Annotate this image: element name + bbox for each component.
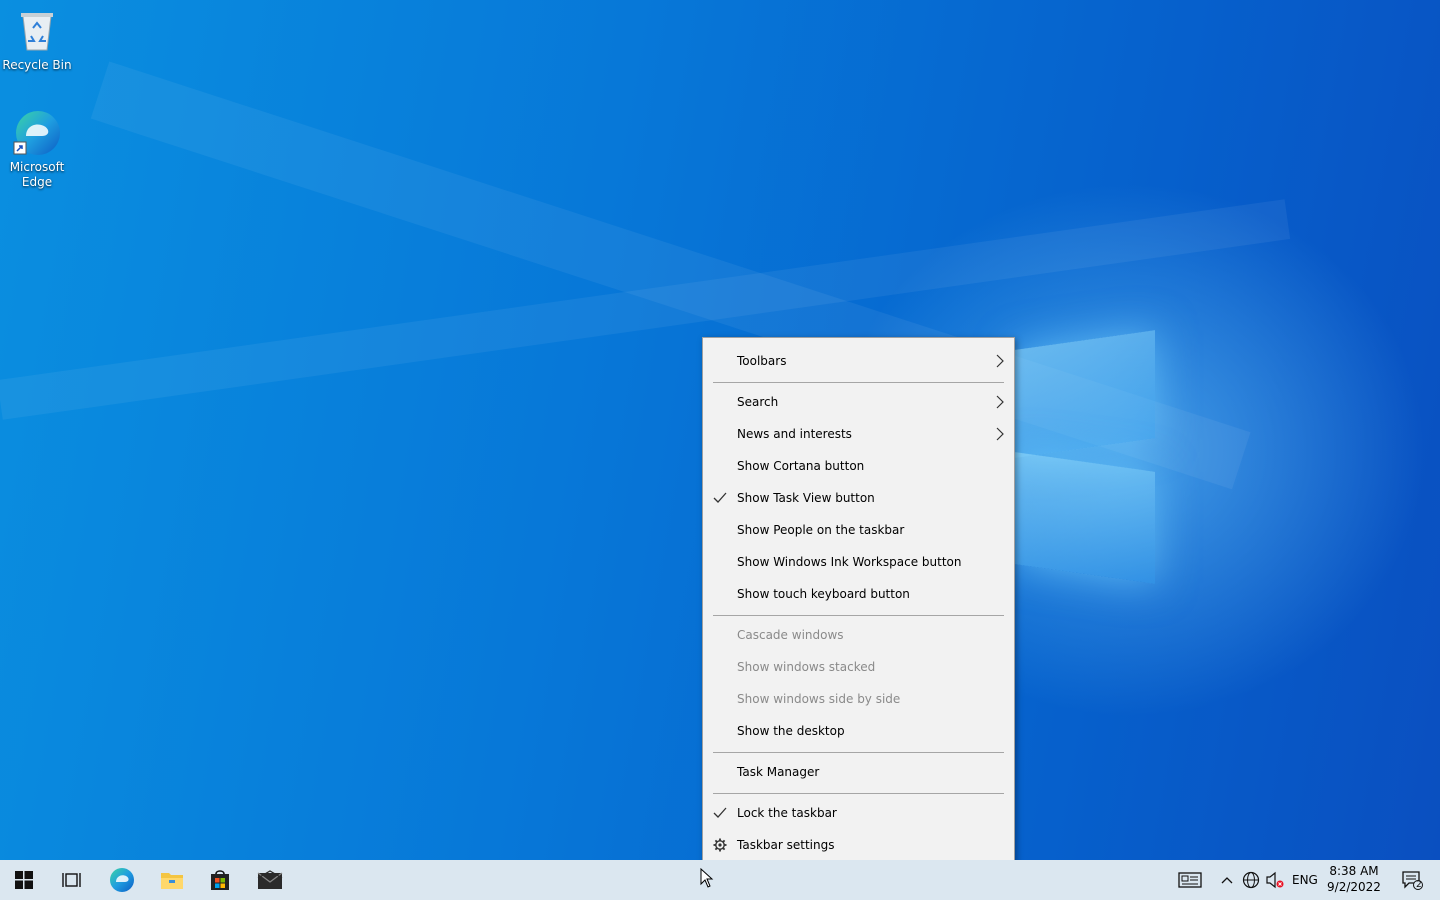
menu-item-task-manager[interactable]: Task Manager bbox=[703, 757, 1014, 787]
start-icon bbox=[15, 871, 33, 889]
menu-item-show-windows-ink[interactable]: Show Windows Ink Workspace button bbox=[703, 547, 1014, 577]
menu-item-show-windows-side-by-side: Show windows side by side bbox=[703, 684, 1014, 714]
menu-item-label: Toolbars bbox=[737, 354, 787, 368]
desktop-icon-microsoft-edge[interactable]: Microsoft Edge bbox=[0, 108, 74, 190]
clock-time: 8:38 AM bbox=[1329, 864, 1379, 878]
menu-item-label: Cascade windows bbox=[737, 628, 844, 642]
menu-item-show-the-desktop[interactable]: Show the desktop bbox=[703, 716, 1014, 746]
menu-item-label: Show Windows Ink Workspace button bbox=[737, 555, 962, 569]
checkmark-icon bbox=[713, 807, 727, 818]
taskbar-clock[interactable]: 8:38 AM 9/2/2022 bbox=[1322, 863, 1386, 895]
menu-item-show-windows-stacked: Show windows stacked bbox=[703, 652, 1014, 682]
menu-item-news-and-interests[interactable]: News and interests bbox=[703, 419, 1014, 449]
microsoft-store-button[interactable] bbox=[196, 860, 244, 900]
show-hidden-icons-button[interactable] bbox=[1216, 860, 1238, 900]
menu-item-label: Show the desktop bbox=[737, 724, 845, 738]
menu-item-label: Show Task View button bbox=[737, 491, 875, 505]
volume-muted-icon bbox=[1266, 871, 1284, 889]
checkmark-icon bbox=[713, 492, 727, 503]
volume-button[interactable] bbox=[1264, 860, 1286, 900]
chevron-right-icon bbox=[996, 395, 1004, 409]
chevron-right-icon bbox=[996, 427, 1004, 441]
chevron-up-icon bbox=[1221, 877, 1233, 884]
desktop-icon-label: Microsoft Edge bbox=[9, 160, 65, 189]
network-globe-icon bbox=[1242, 871, 1260, 889]
edge-icon bbox=[12, 108, 62, 158]
menu-item-label: Taskbar settings bbox=[737, 838, 835, 852]
chevron-right-icon bbox=[996, 354, 1004, 368]
menu-item-taskbar-settings[interactable]: Taskbar settings bbox=[703, 830, 1014, 860]
menu-item-show-task-view-button[interactable]: Show Task View button bbox=[703, 483, 1014, 513]
mail-icon bbox=[257, 870, 283, 889]
menu-item-search[interactable]: Search bbox=[703, 387, 1014, 417]
taskbar-context-menu: Toolbars Search News and interests Show … bbox=[702, 337, 1015, 871]
menu-separator bbox=[713, 752, 1004, 753]
menu-item-label: Show windows side by side bbox=[737, 692, 901, 706]
file-explorer-icon bbox=[161, 873, 183, 889]
news-icon bbox=[1178, 872, 1202, 888]
desktop-icon-recycle-bin[interactable]: Recycle Bin bbox=[0, 8, 74, 73]
taskbar-edge-button[interactable] bbox=[98, 860, 146, 900]
network-button[interactable] bbox=[1240, 860, 1262, 900]
menu-separator bbox=[713, 615, 1004, 616]
menu-item-label: News and interests bbox=[737, 427, 852, 441]
gear-icon bbox=[713, 838, 727, 852]
action-center-button[interactable]: 2 bbox=[1394, 860, 1430, 900]
recycle-bin-icon bbox=[0, 8, 74, 56]
menu-item-label: Show People on the taskbar bbox=[737, 523, 905, 537]
menu-item-label: Show windows stacked bbox=[737, 660, 876, 674]
edge-icon bbox=[110, 868, 134, 892]
menu-item-cascade-windows: Cascade windows bbox=[703, 620, 1014, 650]
clock-date: 9/2/2022 bbox=[1327, 880, 1381, 894]
menu-separator bbox=[713, 793, 1004, 794]
menu-separator bbox=[713, 382, 1004, 383]
windows-logo-pane-bottom bbox=[1015, 452, 1155, 584]
menu-item-show-cortana-button[interactable]: Show Cortana button bbox=[703, 451, 1014, 481]
news-and-interests-button[interactable] bbox=[1168, 860, 1212, 900]
menu-item-label: Search bbox=[737, 395, 779, 409]
menu-item-label: Show touch keyboard button bbox=[737, 587, 910, 601]
mouse-cursor-icon bbox=[700, 868, 714, 888]
menu-item-lock-the-taskbar[interactable]: Lock the taskbar bbox=[703, 798, 1014, 828]
menu-item-toolbars[interactable]: Toolbars bbox=[703, 346, 1014, 376]
task-view-button[interactable] bbox=[48, 860, 96, 900]
mail-button[interactable] bbox=[246, 860, 294, 900]
menu-item-show-touch-keyboard[interactable]: Show touch keyboard button bbox=[703, 579, 1014, 609]
task-view-icon bbox=[62, 873, 81, 887]
taskbar[interactable]: ENG 8:38 AM 9/2/2022 2 bbox=[0, 860, 1440, 900]
menu-item-label: Task Manager bbox=[737, 765, 820, 779]
start-button[interactable] bbox=[0, 860, 48, 900]
file-explorer-button[interactable] bbox=[148, 860, 196, 900]
desktop-icon-label: Recycle Bin bbox=[2, 58, 72, 72]
store-icon bbox=[211, 870, 229, 890]
notification-count-badge: 2 bbox=[1416, 880, 1422, 890]
menu-item-label: Lock the taskbar bbox=[737, 806, 837, 820]
windows-logo-pane-top bbox=[1015, 330, 1155, 458]
menu-item-label: Show Cortana button bbox=[737, 459, 865, 473]
menu-item-show-people[interactable]: Show People on the taskbar bbox=[703, 515, 1014, 545]
input-language-indicator[interactable]: ENG bbox=[1292, 873, 1318, 887]
